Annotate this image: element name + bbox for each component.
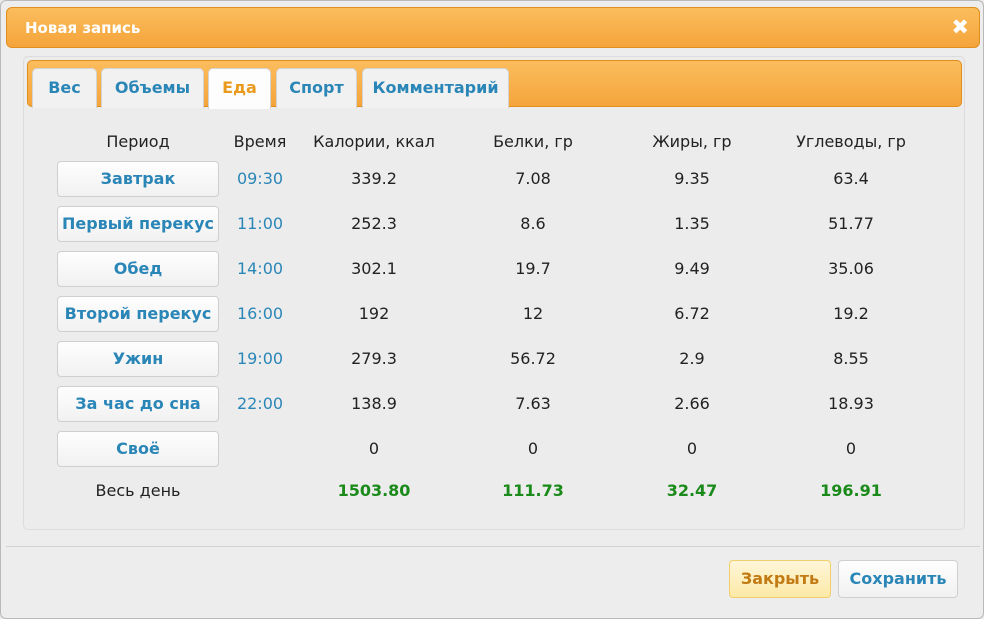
- total-label: Весь день: [95, 481, 181, 500]
- fat-cell: 2.9: [679, 349, 705, 368]
- period-button-dinner[interactable]: Ужин: [57, 341, 219, 377]
- total-protein: 111.73: [502, 481, 564, 500]
- period-button-before-sleep[interactable]: За час до сна: [57, 386, 219, 422]
- time-cell: 14:00: [236, 259, 284, 278]
- header-calories: Калории, ккал: [313, 132, 435, 151]
- calories-cell: 192: [358, 304, 390, 323]
- carbs-cell: 51.77: [828, 214, 874, 233]
- fat-cell: 9.35: [674, 169, 710, 188]
- calories-cell: 302.1: [351, 259, 397, 278]
- protein-cell: 8.6: [520, 214, 546, 233]
- carbs-cell: 18.93: [828, 394, 874, 413]
- period-button-breakfast[interactable]: Завтрак: [57, 161, 219, 197]
- protein-cell: 0: [527, 439, 539, 458]
- calories-cell: 252.3: [351, 214, 397, 233]
- protein-cell: 19.7: [515, 259, 551, 278]
- header-time: Время: [233, 132, 287, 151]
- period-button-lunch[interactable]: Обед: [57, 251, 219, 287]
- fat-cell: 1.35: [674, 214, 710, 233]
- footer-divider: [6, 546, 980, 547]
- carbs-cell: 35.06: [828, 259, 874, 278]
- close-icon[interactable]: ✖: [951, 15, 969, 39]
- protein-cell: 7.08: [515, 169, 551, 188]
- tab-bar: Вес Объемы Еда Спорт Комментарий: [27, 60, 962, 109]
- carbs-cell: 0: [845, 439, 857, 458]
- total-calories: 1503.80: [337, 481, 411, 500]
- tab-sport[interactable]: Спорт: [276, 68, 357, 108]
- close-button[interactable]: Закрыть: [729, 560, 831, 598]
- dialog-title: Новая запись: [25, 19, 141, 37]
- time-cell: 11:00: [236, 214, 284, 233]
- save-button[interactable]: Сохранить: [838, 560, 958, 598]
- header-protein: Белки, гр: [493, 132, 573, 151]
- tab-volumes[interactable]: Объемы: [101, 68, 204, 108]
- tab-food[interactable]: Еда: [208, 68, 271, 109]
- tab-comment[interactable]: Комментарий: [362, 68, 509, 108]
- calories-cell: 279.3: [351, 349, 397, 368]
- protein-cell: 12: [522, 304, 544, 323]
- fat-cell: 9.49: [674, 259, 710, 278]
- fat-cell: 0: [686, 439, 698, 458]
- dialog-titlebar: Новая запись ✖: [6, 7, 980, 48]
- carbs-cell: 63.4: [833, 169, 869, 188]
- header-carbs: Углеводы, гр: [796, 132, 906, 151]
- time-cell: 09:30: [236, 169, 284, 188]
- calories-cell: 0: [368, 439, 380, 458]
- fat-cell: 2.66: [674, 394, 710, 413]
- tab-weight[interactable]: Вес: [32, 68, 97, 108]
- total-carbs: 196.91: [820, 481, 882, 500]
- period-button-custom[interactable]: Своё: [57, 431, 219, 467]
- header-fat: Жиры, гр: [652, 132, 732, 151]
- time-cell: 22:00: [236, 394, 284, 413]
- protein-cell: 56.72: [510, 349, 556, 368]
- period-button-first-snack[interactable]: Первый перекус: [57, 206, 219, 242]
- time-cell: 19:00: [236, 349, 284, 368]
- time-cell: 16:00: [236, 304, 284, 323]
- header-period: Период: [106, 132, 170, 151]
- fat-cell: 6.72: [674, 304, 710, 323]
- period-button-second-snack[interactable]: Второй перекус: [57, 296, 219, 332]
- new-entry-dialog: Новая запись ✖ Вес Объемы Еда Спорт Комм…: [0, 0, 984, 619]
- calories-cell: 339.2: [351, 169, 397, 188]
- carbs-cell: 19.2: [833, 304, 869, 323]
- calories-cell: 138.9: [351, 394, 397, 413]
- protein-cell: 7.63: [515, 394, 551, 413]
- carbs-cell: 8.55: [833, 349, 869, 368]
- total-fat: 32.47: [666, 481, 718, 500]
